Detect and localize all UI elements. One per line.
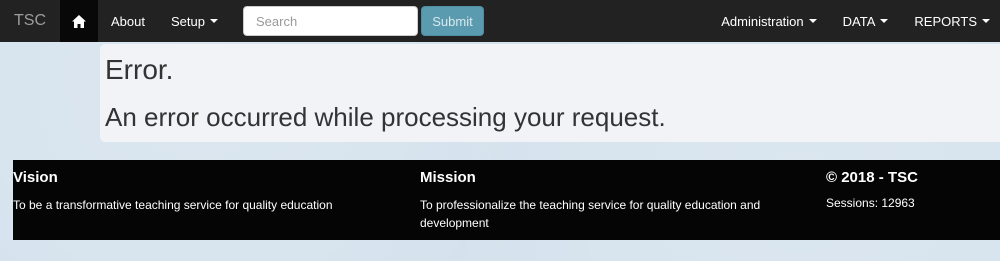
caret-down-icon [880, 19, 889, 23]
mission-text-line1: To professionalize the teaching service … [420, 198, 761, 212]
nav-reports-label: REPORTS [914, 13, 977, 29]
vision-text: To be a transformative teaching service … [13, 198, 333, 212]
error-title: Error. [105, 54, 174, 85]
home-button[interactable] [60, 0, 98, 42]
footer: Vision To be a transformative teaching s… [13, 160, 1000, 240]
nav-setup-dropdown[interactable]: Setup [158, 0, 231, 42]
sessions-count: Sessions: 12963 [826, 196, 915, 210]
top-navbar: TSC About Setup Submit Administration DA… [0, 0, 1000, 42]
nav-right: Administration DATA REPORTS [708, 0, 1000, 42]
error-message: An error occurred while processing your … [105, 102, 666, 132]
mission-heading: Mission [420, 169, 476, 186]
nav-about[interactable]: About [98, 0, 158, 42]
caret-down-icon [808, 19, 817, 23]
caret-down-icon [982, 19, 990, 23]
submit-button[interactable]: Submit [421, 6, 484, 36]
caret-down-icon [209, 19, 218, 23]
vision-heading: Vision [13, 169, 58, 186]
nav-reports-dropdown[interactable]: REPORTS [901, 0, 1000, 42]
search-input[interactable] [243, 6, 418, 36]
nav-data-label: DATA [842, 13, 876, 29]
home-icon [72, 14, 86, 28]
copyright-text: © 2018 - TSC [826, 169, 918, 186]
error-panel: Error. An error occurred while processin… [100, 44, 1000, 142]
nav-data-dropdown[interactable]: DATA [830, 0, 902, 42]
nav-administration-label: Administration [721, 13, 804, 29]
mission-text-line2: development [420, 216, 489, 230]
brand-link[interactable]: TSC [0, 0, 60, 42]
nav-setup-label: Setup [170, 13, 205, 29]
nav-administration-dropdown[interactable]: Administration [708, 0, 829, 42]
